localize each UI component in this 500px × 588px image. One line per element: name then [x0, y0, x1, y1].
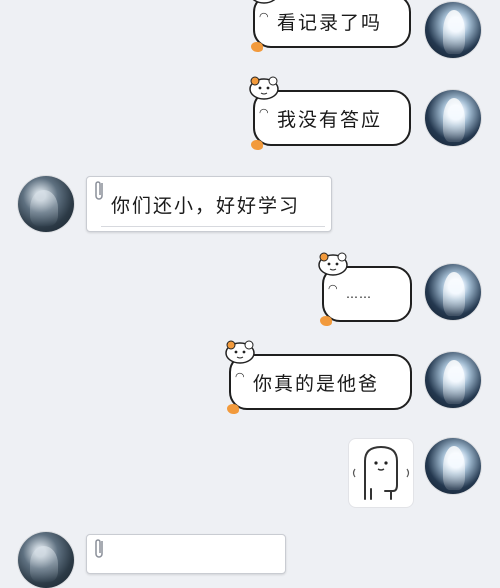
cartoon-animal-icon	[252, 0, 276, 4]
corner-decoration	[251, 140, 263, 150]
message-text: 我没有答应	[277, 108, 383, 131]
avatar-figure	[443, 360, 465, 404]
hook-icon: ◠	[259, 106, 269, 119]
message-row: ◠ 我没有答应	[0, 76, 500, 150]
message-bubble[interactable]: ◠ 看记录了吗	[251, 0, 411, 52]
avatar-self[interactable]	[425, 264, 481, 320]
message-text: 你真的是他爸	[253, 372, 380, 395]
blob-character-sticker[interactable]	[348, 438, 414, 508]
blob-character-icon	[352, 445, 410, 500]
avatar-figure	[443, 272, 465, 316]
message-bubble[interactable]: 你们还小，好好学习	[86, 176, 332, 232]
hook-icon: ◠	[235, 370, 245, 383]
corner-decoration	[227, 404, 239, 414]
avatar-other[interactable]	[18, 176, 74, 232]
cartoon-animal-icon	[318, 252, 348, 276]
avatar-self[interactable]	[425, 2, 481, 58]
message-text: 你们还小，好好学习	[111, 194, 301, 217]
cartoon-animal-icon	[249, 76, 279, 100]
avatar-other[interactable]	[18, 532, 74, 588]
avatar-figure	[30, 546, 58, 582]
message-row: 你们还小，好好学习	[0, 170, 500, 240]
paperclip-icon	[95, 181, 103, 200]
cartoon-animal-icon	[225, 340, 255, 364]
message-row: ◠ 看记录了吗	[0, 0, 500, 60]
paperclip-icon	[95, 539, 103, 558]
hook-icon: ◠	[259, 10, 269, 23]
message-row: ◠ ……	[0, 252, 500, 338]
avatar-figure	[30, 190, 58, 226]
avatar-self[interactable]	[425, 438, 481, 494]
corner-decoration	[251, 42, 263, 52]
message-row	[0, 432, 500, 512]
avatar-self[interactable]	[425, 90, 481, 146]
avatar-self[interactable]	[425, 352, 481, 408]
avatar-figure	[443, 10, 465, 54]
message-text: 看记录了吗	[277, 11, 383, 34]
message-row: ◠ 你真的是他爸	[0, 340, 500, 416]
corner-decoration	[320, 316, 332, 326]
message-bubble[interactable]	[86, 534, 286, 574]
avatar-figure	[443, 98, 465, 142]
avatar-figure	[443, 446, 465, 490]
hook-icon: ◠	[328, 282, 338, 295]
message-bubble[interactable]: ◠ ……	[318, 252, 412, 326]
message-row	[0, 526, 500, 588]
message-text: ……	[346, 287, 372, 301]
divider-line	[101, 226, 325, 227]
message-bubble[interactable]: ◠ 你真的是他爸	[225, 340, 412, 414]
message-bubble[interactable]: ◠ 我没有答应	[249, 76, 411, 150]
